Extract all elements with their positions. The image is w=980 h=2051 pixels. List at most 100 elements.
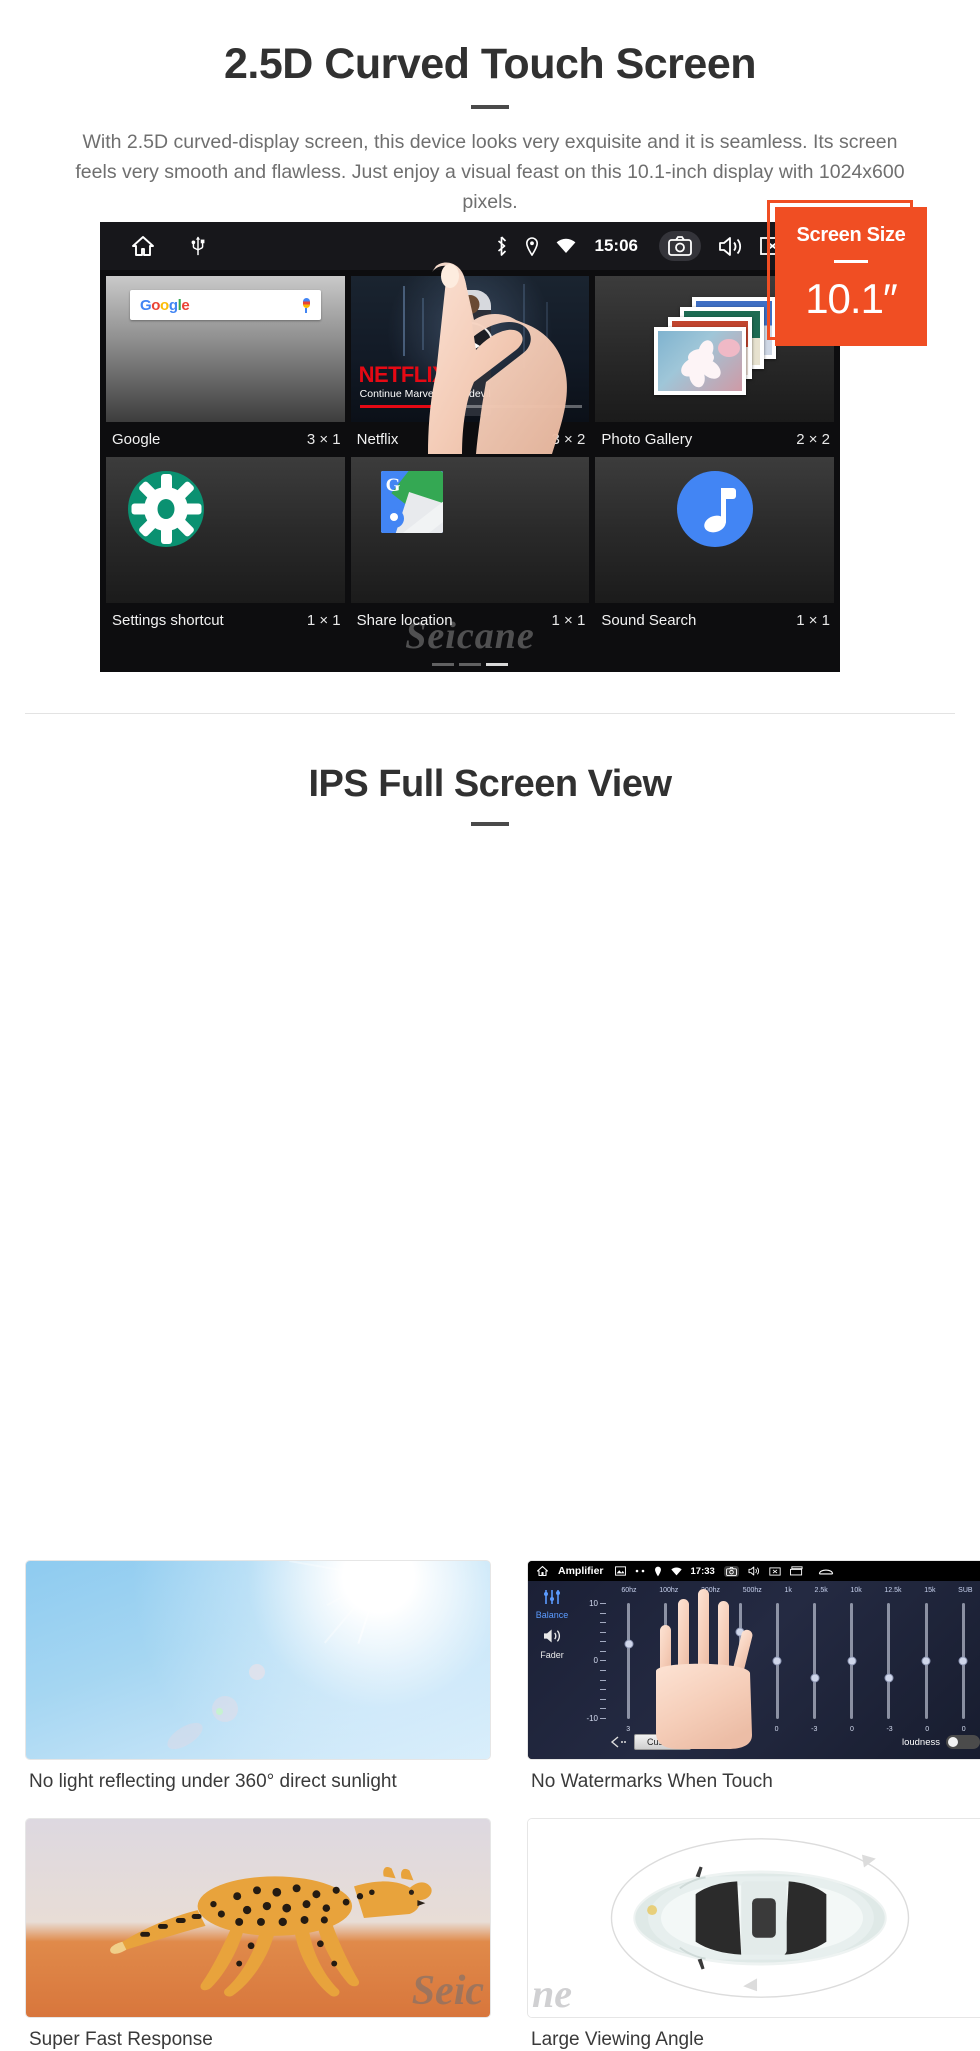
device-clock: 15:06	[594, 236, 638, 255]
camera-icon[interactable]	[723, 1565, 739, 1577]
location-pin-icon	[525, 236, 539, 256]
google-logo: Google	[140, 296, 190, 314]
eq-frequency-labels: 60hz 100hz 200hz 500hz 1k 2.5k 10k 12.5k 15k SUB	[576, 1587, 980, 1594]
feature-cards: No light reflecting under 360° direct su…	[25, 1560, 980, 2051]
camera-icon[interactable]	[659, 231, 701, 261]
image-icon	[614, 1566, 626, 1576]
widget-size: 3 × 2	[551, 431, 586, 448]
more-dots-icon	[635, 1569, 645, 1573]
sliders-icon[interactable]	[542, 1589, 562, 1605]
home-icon[interactable]	[130, 234, 156, 258]
share-location-widget: G	[350, 457, 590, 603]
eq-band-value: 0	[849, 1726, 854, 1733]
blue-sky-sun-flare-image	[25, 1560, 491, 1760]
seicane-watermark: ne	[532, 1971, 572, 2016]
recents-icon[interactable]	[789, 1566, 803, 1576]
play-icon[interactable]	[445, 322, 494, 371]
eq-band-slider[interactable]	[958, 1603, 968, 1719]
microphone-icon[interactable]	[302, 297, 311, 313]
prev-arrow-icon[interactable]	[610, 1736, 626, 1748]
eq-band-slider[interactable]	[624, 1603, 634, 1719]
volume-icon[interactable]	[748, 1566, 760, 1576]
speaker-icon[interactable]	[542, 1628, 562, 1644]
card-label: No Watermarks When Touch	[531, 1771, 773, 1792]
card-label: No light reflecting under 360° direct su…	[29, 1771, 397, 1792]
page-title: 2.5D Curved Touch Screen	[223, 40, 757, 88]
netflix-brand: NETFLIX	[358, 362, 447, 387]
eq-slider-knob[interactable]	[921, 1656, 931, 1666]
axis-tick: 10	[589, 1599, 598, 1608]
widget-cell-google[interactable]: Google Google 3 × 1	[106, 276, 345, 457]
widget-cell-sound-search[interactable]: Sound Search 1 × 1	[595, 457, 834, 638]
section2-title-underline	[471, 822, 509, 826]
section2-title: IPS Full Screen View	[308, 763, 672, 805]
page-indicator[interactable]	[432, 663, 508, 666]
eq-band-value: 0	[961, 1726, 966, 1733]
running-cheetah-image: Seic	[25, 1818, 491, 2018]
section-divider	[25, 713, 955, 714]
eq-band-slider[interactable]	[772, 1603, 782, 1719]
google-maps-icon: G	[380, 471, 443, 533]
badge-title: Screen Size	[796, 224, 906, 246]
amplifier-side-nav: Balance Fader	[528, 1581, 576, 1759]
eq-band-value: 0	[925, 1726, 930, 1733]
widget-label: Netflix	[356, 431, 399, 448]
widget-label: Photo Gallery	[601, 431, 693, 448]
card-amplifier: Amplifier 17:33 Balance Fader 60hz 100hz…	[527, 1560, 980, 1793]
widget-size: 3 × 1	[306, 431, 341, 448]
wifi-icon	[556, 238, 576, 254]
widget-size: 2 × 2	[796, 431, 830, 448]
back-icon[interactable]	[818, 1566, 834, 1576]
eq-band-label: 15k	[924, 1587, 936, 1594]
usb-icon	[190, 235, 206, 257]
fader-label[interactable]: Fader	[528, 1650, 576, 1660]
widget-label: Settings shortcut	[112, 612, 224, 629]
eq-band-slider[interactable]	[884, 1603, 894, 1719]
ips-full-screen-section: IPS Full Screen View No light reflecting…	[0, 715, 980, 2050]
balance-label[interactable]: Balance	[528, 1610, 576, 1620]
equalizer-chart: 60hz 100hz 200hz 500hz 1k 2.5k 10k 12.5k 15k SUB …	[576, 1587, 980, 1753]
eq-band-label: SUB	[958, 1587, 973, 1594]
device-screenshot: 15:06 Google Google 3 × 1 NETFLIX Contin…	[100, 222, 840, 672]
eq-slider-knob[interactable]	[772, 1656, 782, 1666]
card-fast-response: Seic Super Fast Response	[25, 1818, 491, 2051]
widget-cell-netflix[interactable]: NETFLIX Continue Marvel's Daredevil Netf…	[350, 276, 590, 457]
home-icon[interactable]	[536, 1565, 549, 1577]
google-search-box[interactable]: Google	[130, 290, 321, 320]
title-underline	[471, 105, 509, 109]
eq-band-value: -3	[811, 1726, 818, 1733]
axis-ticks	[600, 1603, 606, 1719]
seicane-watermark: Seic	[411, 1968, 484, 2014]
widget-cell-share-location[interactable]: G Share location 1 × 1	[350, 457, 590, 638]
eq-slider-knob[interactable]	[847, 1656, 857, 1666]
widget-label: Google	[112, 431, 161, 448]
eq-slider-knob[interactable]	[958, 1656, 968, 1666]
amplifier-status-bar: Amplifier 17:33	[528, 1561, 980, 1581]
amplifier-title: Amplifier	[558, 1565, 604, 1577]
badge-value: 10.1″	[805, 275, 898, 322]
eq-band-slider[interactable]	[847, 1603, 857, 1719]
wifi-icon	[670, 1567, 682, 1576]
widget-label: Sound Search	[601, 612, 697, 629]
eq-band-slider[interactable]	[921, 1603, 931, 1719]
loudness-toggle[interactable]	[946, 1735, 980, 1749]
eq-band-label: 10k	[850, 1587, 862, 1594]
eq-slider-knob[interactable]	[624, 1639, 634, 1649]
eq-band-slider[interactable]	[810, 1603, 820, 1719]
car-top-view-image: ne	[527, 1818, 980, 2018]
widget-grid: Google Google 3 × 1 NETFLIX Continue Mar…	[100, 270, 840, 638]
location-pin-icon	[654, 1566, 662, 1577]
netflix-widget: NETFLIX Continue Marvel's Daredevil	[350, 276, 590, 422]
eq-slider-knob[interactable]	[884, 1673, 894, 1683]
close-box-icon[interactable]	[769, 1566, 781, 1576]
widget-size: 1 × 1	[796, 612, 830, 629]
card-label: Super Fast Response	[29, 2029, 213, 2050]
seicane-watermark: Seicane	[405, 615, 535, 657]
settings-gear-icon	[128, 471, 204, 547]
widget-cell-settings[interactable]: Settings shortcut 1 × 1	[106, 457, 345, 638]
badge-divider	[834, 260, 868, 263]
eq-slider-knob[interactable]	[810, 1673, 820, 1683]
curved-touch-screen-section: 2.5D Curved Touch Screen With 2.5D curve…	[0, 0, 980, 715]
volume-icon[interactable]	[718, 236, 743, 257]
card-label: Large Viewing Angle	[531, 2029, 704, 2050]
